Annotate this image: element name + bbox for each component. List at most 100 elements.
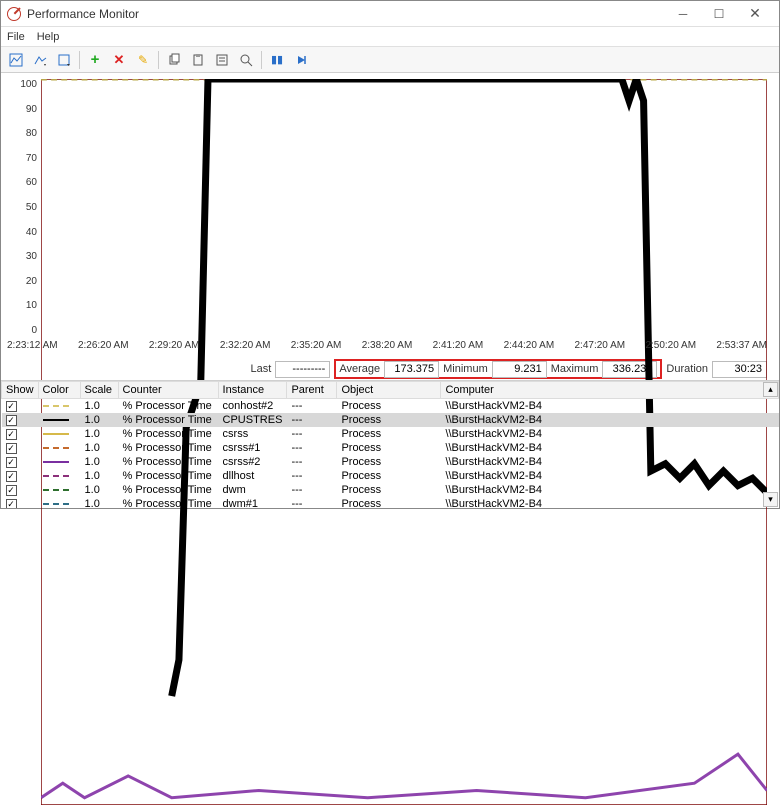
x-tick: 2:32:20 AM <box>220 340 271 356</box>
scroll-down-button[interactable]: ▾ <box>763 492 778 507</box>
x-tick: 2:38:20 AM <box>362 340 413 356</box>
col-object[interactable]: Object <box>337 382 441 399</box>
chart-area: 1009080706050403020100 2:23:12 AM2:26:20… <box>1 73 779 358</box>
y-tick: 100 <box>7 79 37 90</box>
cell-parent: --- <box>287 483 337 497</box>
cell-computer: \\BurstHackVM2-B4 <box>441 469 779 483</box>
highlight-button[interactable]: ✎ <box>132 49 154 71</box>
col-show[interactable]: Show <box>2 382 39 399</box>
table-row[interactable]: ✓1.0% Processor Timecsrss#1---Process\\B… <box>2 441 779 455</box>
close-button[interactable]: ✕ <box>737 2 773 26</box>
scroll-up-button[interactable]: ▴ <box>763 382 778 397</box>
col-computer[interactable]: Computer <box>441 382 779 399</box>
show-checkbox[interactable]: ✓ <box>6 415 17 426</box>
paste-button[interactable] <box>187 49 209 71</box>
cell-computer: \\BurstHackVM2-B4 <box>441 441 779 455</box>
highlighter-icon: ✎ <box>138 53 148 67</box>
cell-object: Process <box>337 427 441 441</box>
cell-parent: --- <box>287 455 337 469</box>
show-checkbox[interactable]: ✓ <box>6 429 17 440</box>
maximize-button[interactable]: ☐ <box>701 2 737 26</box>
cell-instance: csrss#2 <box>218 455 287 469</box>
cell-object: Process <box>337 399 441 414</box>
counter-table: Show Color Scale Counter Instance Parent… <box>1 381 779 508</box>
y-tick: 90 <box>7 104 37 115</box>
table-row[interactable]: ✓1.0% Processor Timedllhost---Process\\B… <box>2 469 779 483</box>
y-tick: 10 <box>7 300 37 311</box>
menu-help[interactable]: Help <box>37 31 60 43</box>
x-tick: 2:44:20 AM <box>504 340 555 356</box>
x-icon: ✕ <box>114 52 125 68</box>
counter-table-wrap: ▴ ▾ Show Color Scale Counter Instance Pa… <box>1 380 779 508</box>
series-line <box>41 754 767 798</box>
table-row[interactable]: ✓1.0% Processor Timecsrss---Process\\Bur… <box>2 427 779 441</box>
table-row[interactable]: ✓1.0% Processor TimeCPUSTRES---Process\\… <box>2 413 779 427</box>
cell-parent: --- <box>287 427 337 441</box>
table-row[interactable]: ✓1.0% Processor Timedwm#1---Process\\Bur… <box>2 497 779 508</box>
y-axis: 1009080706050403020100 <box>7 79 37 336</box>
zoom-button[interactable] <box>235 49 257 71</box>
col-parent[interactable]: Parent <box>287 382 337 399</box>
show-checkbox[interactable]: ✓ <box>6 499 17 508</box>
table-row[interactable]: ✓1.0% Processor Timeconhost#2---Process\… <box>2 399 779 414</box>
cell-counter: % Processor Time <box>118 399 218 414</box>
cell-object: Process <box>337 497 441 508</box>
pause-icon: ▮▮ <box>271 53 283 66</box>
show-checkbox[interactable]: ✓ <box>6 401 17 412</box>
show-checkbox[interactable]: ✓ <box>6 457 17 468</box>
x-tick: 2:53:37 AM <box>716 340 767 356</box>
table-row[interactable]: ✓1.0% Processor Timedwm---Process\\Burst… <box>2 483 779 497</box>
properties-dropdown[interactable] <box>53 49 75 71</box>
minimize-button[interactable]: ─ <box>665 2 701 26</box>
cell-scale: 1.0 <box>80 441 118 455</box>
y-tick: 30 <box>7 251 37 262</box>
col-color[interactable]: Color <box>38 382 80 399</box>
cell-object: Process <box>337 469 441 483</box>
cell-computer: \\BurstHackVM2-B4 <box>441 427 779 441</box>
toolbar: + ✕ ✎ ▮▮ <box>1 47 779 73</box>
x-axis: 2:23:12 AM2:26:20 AM2:29:20 AM2:32:20 AM… <box>7 340 767 356</box>
col-counter[interactable]: Counter <box>118 382 218 399</box>
cell-parent: --- <box>287 441 337 455</box>
cell-counter: % Processor Time <box>118 497 218 508</box>
y-tick: 0 <box>7 325 37 336</box>
cell-scale: 1.0 <box>80 427 118 441</box>
properties-button[interactable] <box>211 49 233 71</box>
cell-instance: dwm <box>218 483 287 497</box>
cell-instance: csrss#1 <box>218 441 287 455</box>
col-scale[interactable]: Scale <box>80 382 118 399</box>
view-type-dropdown[interactable] <box>29 49 51 71</box>
cell-instance: csrss <box>218 427 287 441</box>
cell-scale: 1.0 <box>80 455 118 469</box>
freeze-button[interactable]: ▮▮ <box>266 49 288 71</box>
x-tick: 2:47:20 AM <box>575 340 626 356</box>
cell-computer: \\BurstHackVM2-B4 <box>441 455 779 469</box>
cell-scale: 1.0 <box>80 469 118 483</box>
cell-instance: CPUSTRES <box>218 413 287 427</box>
add-counter-button[interactable]: + <box>84 49 106 71</box>
view-graph-button[interactable] <box>5 49 27 71</box>
cell-parent: --- <box>287 413 337 427</box>
cell-computer: \\BurstHackVM2-B4 <box>441 399 779 414</box>
y-tick: 70 <box>7 153 37 164</box>
delete-counter-button[interactable]: ✕ <box>108 49 130 71</box>
cell-parent: --- <box>287 497 337 508</box>
cell-parent: --- <box>287 399 337 414</box>
cell-counter: % Processor Time <box>118 469 218 483</box>
menu-file[interactable]: File <box>7 31 25 43</box>
cell-object: Process <box>337 455 441 469</box>
color-swatch <box>43 461 69 463</box>
table-row[interactable]: ✓1.0% Processor Timecsrss#2---Process\\B… <box>2 455 779 469</box>
x-tick: 2:35:20 AM <box>291 340 342 356</box>
show-checkbox[interactable]: ✓ <box>6 443 17 454</box>
show-checkbox[interactable]: ✓ <box>6 485 17 496</box>
color-swatch <box>43 419 69 421</box>
col-instance[interactable]: Instance <box>218 382 287 399</box>
cell-counter: % Processor Time <box>118 413 218 427</box>
show-checkbox[interactable]: ✓ <box>6 471 17 482</box>
cell-computer: \\BurstHackVM2-B4 <box>441 413 779 427</box>
copy-button[interactable] <box>163 49 185 71</box>
cell-computer: \\BurstHackVM2-B4 <box>441 497 779 508</box>
update-button[interactable] <box>290 49 312 71</box>
cell-object: Process <box>337 441 441 455</box>
